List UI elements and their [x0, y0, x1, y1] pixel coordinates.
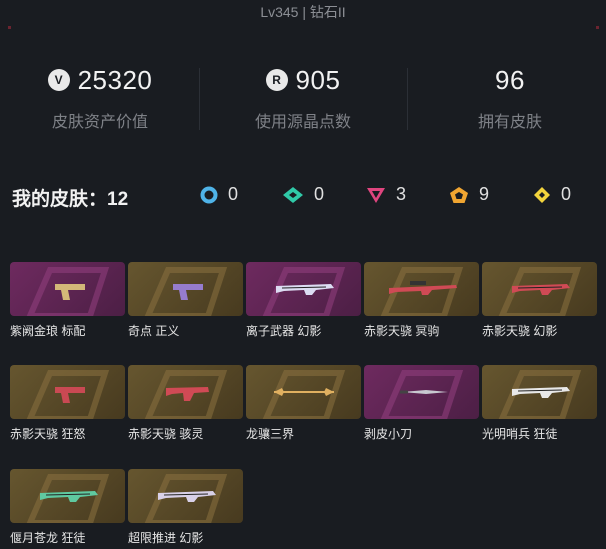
skin-name: 剥皮小刀 [364, 427, 413, 441]
pistol-skin-icon [55, 284, 85, 300]
stat-value: 905 [295, 64, 341, 95]
skin-name: 离子武器 幻影 [246, 324, 322, 338]
stat-radianite-spent: R 905 使用源晶点数 [203, 60, 403, 132]
tier-count: 0 [561, 184, 572, 204]
skin-card[interactable]: 赤影天骁 冥驹 [364, 262, 479, 339]
radianite-points-icon: R [265, 69, 288, 91]
tier-count: 0 [228, 184, 239, 204]
stat-label: 拥有皮肤 [477, 114, 542, 131]
rifle-skin-icon [158, 491, 216, 502]
skin-thumbnail[interactable] [482, 262, 597, 316]
smg-skin-icon [166, 387, 209, 401]
skin-thumbnail[interactable] [128, 365, 243, 419]
deluxe-tier-icon [283, 186, 303, 203]
skin-thumbnail[interactable] [246, 365, 361, 419]
stat-value: 96 [495, 64, 525, 95]
skin-name: 赤影天骁 幻影 [482, 324, 558, 338]
my-skins-title: 我的皮肤： [12, 189, 108, 210]
skin-thumbnail[interactable] [10, 469, 125, 523]
stat-divider [407, 68, 408, 130]
skin-thumbnail[interactable] [482, 365, 597, 419]
tier-exclusive: 9 [449, 184, 489, 205]
ultra-tier-icon [534, 186, 550, 203]
skin-name: 赤影天骁 骇灵 [128, 427, 204, 441]
skin-card[interactable]: 剥皮小刀 [364, 365, 479, 442]
staff-skin-icon [274, 388, 334, 396]
knife-skin-icon [400, 390, 448, 394]
stat-skin-asset-value: V 25320 皮肤资产价值 [0, 60, 200, 132]
tier-count: 9 [479, 184, 490, 204]
skin-thumbnail[interactable] [10, 365, 125, 419]
rifle-skin-icon [512, 284, 570, 295]
tier-count: 3 [396, 184, 407, 204]
skin-name: 赤影天骁 冥驹 [364, 324, 440, 338]
skin-thumbnail[interactable] [246, 262, 361, 316]
tier-deluxe: 0 [282, 184, 324, 205]
skin-card[interactable]: 紫阙金琅 标配 [10, 262, 125, 339]
skin-name: 光明哨兵 狂徒 [482, 427, 558, 441]
skin-card[interactable]: 超限推进 幻影 [128, 469, 243, 546]
stat-owned-skins: 96 拥有皮肤 [410, 60, 606, 132]
skin-card[interactable]: 赤影天骁 狂怒 [10, 365, 125, 442]
pistol-skin-icon [55, 387, 85, 403]
exclusive-tier-icon [450, 186, 468, 203]
valorant-points-icon: V [47, 69, 70, 91]
skin-card[interactable]: 赤影天骁 骇灵 [128, 365, 243, 442]
my-skins-count: 12 [107, 189, 129, 210]
stat-value: 25320 [77, 64, 153, 95]
skin-name: 赤影天骁 狂怒 [10, 427, 86, 441]
select-tier-icon [200, 186, 218, 203]
skin-thumbnail[interactable] [364, 365, 479, 419]
skin-name: 奇点 正义 [128, 324, 180, 338]
skin-card[interactable]: 偃月苍龙 狂徒 [10, 469, 125, 546]
tier-select: 0 [200, 184, 238, 205]
player-level-rank: Lv345 | 钻石II [260, 4, 346, 20]
pistol-skin-icon [173, 284, 203, 300]
skin-thumbnail[interactable] [128, 469, 243, 523]
rifle-skin-icon [276, 284, 334, 295]
skin-name: 超限推进 幻影 [128, 531, 204, 545]
skin-card[interactable]: 离子武器 幻影 [246, 262, 361, 339]
skin-card[interactable]: 光明哨兵 狂徒 [482, 365, 597, 442]
skin-card[interactable]: 奇点 正义 [128, 262, 243, 339]
stat-label: 使用源晶点数 [254, 114, 351, 131]
skin-thumbnail[interactable] [128, 262, 243, 316]
rifle-skin-icon [512, 387, 570, 398]
skin-name: 偃月苍龙 狂徒 [10, 531, 86, 545]
skin-thumbnail[interactable] [10, 262, 125, 316]
tier-premium: 3 [366, 184, 406, 205]
stat-divider [199, 68, 200, 130]
corner-decoration [8, 26, 11, 29]
stats-row: V 25320 皮肤资产价值 R 905 使用源晶点数 96 拥有皮肤 [0, 60, 606, 140]
tier-count: 0 [314, 184, 325, 204]
stat-label: 皮肤资产价值 [51, 114, 148, 131]
skin-thumbnail[interactable] [364, 262, 479, 316]
my-skins-heading: 我的皮肤：12 [12, 184, 128, 211]
skin-name: 紫阙金琅 标配 [10, 324, 86, 338]
skin-card[interactable]: 龙骧三界 [246, 365, 361, 442]
rifle-skin-icon [40, 491, 98, 502]
tier-ultra: 0 [533, 184, 571, 205]
skin-name: 龙骧三界 [246, 427, 295, 441]
corner-decoration [596, 26, 599, 29]
premium-tier-icon [367, 187, 385, 203]
skin-card[interactable]: 赤影天骁 幻影 [482, 262, 597, 339]
